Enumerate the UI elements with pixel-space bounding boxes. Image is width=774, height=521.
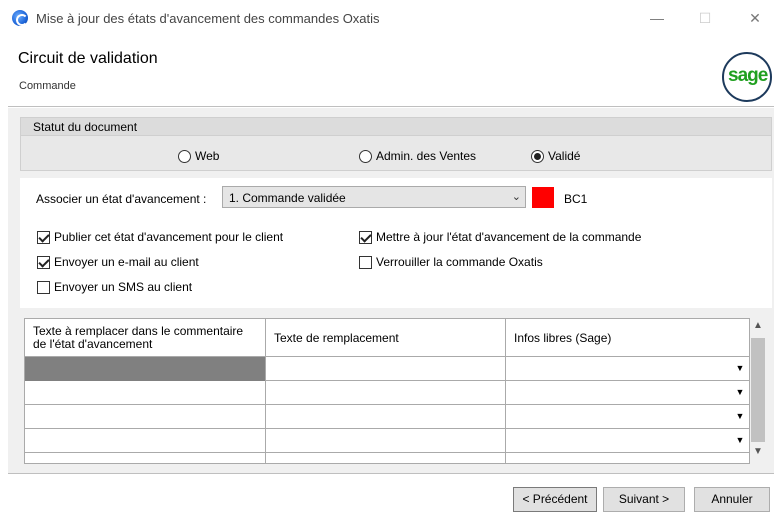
state-select-value: 1. Commande validée (229, 191, 346, 205)
state-color-swatch (532, 187, 554, 208)
grid-cell[interactable]: ▼ (506, 405, 749, 429)
scroll-up-icon[interactable]: ▲ (750, 320, 766, 334)
table-row[interactable]: ▼ (25, 381, 749, 405)
dropdown-arrow-icon[interactable]: ▼ (733, 361, 747, 376)
window-title: Mise à jour des états d'avancement des c… (36, 11, 380, 26)
state-select[interactable]: 1. Commande validée ⌄ (222, 186, 526, 208)
state-code: BC1 (564, 192, 588, 206)
grid-cell[interactable] (25, 381, 266, 405)
radio-admin-ventes[interactable]: Admin. des Ventes (359, 148, 476, 164)
header-divider (8, 106, 774, 107)
dropdown-arrow-icon[interactable]: ▼ (733, 433, 747, 448)
checkbox-update-state-box[interactable] (359, 230, 372, 244)
column-header-text-to-replace[interactable]: Texte à remplacer dans le commentaire de… (25, 319, 266, 357)
checkbox-update-state[interactable]: Mettre à jour l'état d'avancement de la … (359, 229, 641, 245)
radio-web[interactable]: Web (178, 148, 219, 164)
grid-cell[interactable] (25, 357, 266, 381)
checkbox-sms[interactable]: Envoyer un SMS au client (37, 279, 192, 295)
page-title: Circuit de validation (18, 50, 158, 67)
next-button[interactable]: Suivant > (603, 487, 685, 512)
close-button[interactable]: ✕ (740, 6, 770, 30)
dropdown-arrow-icon[interactable]: ▼ (733, 409, 747, 424)
status-group: Statut du document Web Admin. des Ventes… (20, 117, 772, 171)
radio-admin-ventes-indicator[interactable] (359, 149, 372, 163)
checkbox-lock-order-label: Verrouiller la commande Oxatis (376, 255, 543, 269)
checkbox-email-label: Envoyer un e-mail au client (54, 255, 199, 269)
grid-cell[interactable]: ▼ (506, 429, 749, 453)
grid-cell[interactable] (266, 429, 506, 453)
minimize-button[interactable]: — (642, 6, 672, 30)
checkbox-email-box[interactable] (37, 255, 50, 269)
table-row[interactable]: ▼ (25, 405, 749, 429)
radio-valide-indicator[interactable] (531, 149, 544, 163)
checkbox-update-state-label: Mettre à jour l'état d'avancement de la … (376, 230, 642, 244)
associate-label: Associer un état d'avancement : (36, 192, 207, 206)
checkbox-publish[interactable]: Publier cet état d'avancement pour le cl… (37, 229, 283, 245)
logo-text: sage (728, 65, 768, 86)
radio-web-indicator[interactable] (178, 149, 191, 163)
grid-cell[interactable]: ▼ (506, 357, 749, 381)
radio-admin-ventes-label: Admin. des Ventes (376, 149, 477, 163)
grid-cell[interactable] (266, 357, 506, 381)
grid-header: Texte à remplacer dans le commentaire de… (25, 319, 749, 357)
checkbox-sms-label: Envoyer un SMS au client (54, 280, 193, 294)
table-row[interactable]: ▼ (25, 429, 749, 453)
app-icon (12, 10, 28, 26)
scroll-down-icon[interactable]: ▼ (750, 446, 766, 460)
grid-cell[interactable] (25, 429, 266, 453)
footer-divider (8, 473, 774, 474)
radio-valide[interactable]: Validé (531, 148, 580, 164)
grid-cell[interactable]: ▼ (506, 381, 749, 405)
radio-web-label: Web (195, 149, 220, 163)
column-header-replacement-text[interactable]: Texte de remplacement (266, 319, 506, 357)
checkbox-sms-box[interactable] (37, 280, 50, 294)
grid-cell[interactable] (266, 453, 506, 463)
cancel-button[interactable]: Annuler (694, 487, 770, 512)
grid-cell[interactable] (266, 381, 506, 405)
grid-scrollbar[interactable]: ▲ ▼ (750, 318, 766, 464)
maximize-button[interactable]: ☐ (690, 6, 720, 30)
status-heading: Statut du document (21, 118, 771, 136)
checkbox-email[interactable]: Envoyer un e-mail au client (37, 254, 199, 270)
column-header-sage-free-info[interactable]: Infos libres (Sage) (506, 319, 749, 357)
radio-valide-label: Validé (548, 149, 581, 163)
checkbox-lock-order[interactable]: Verrouiller la commande Oxatis (359, 254, 543, 270)
table-row[interactable] (25, 453, 749, 463)
title-bar: Mise à jour des états d'avancement des c… (0, 0, 774, 38)
table-row[interactable]: ▼ (25, 357, 749, 381)
sage-logo: sage (722, 52, 772, 102)
grid-cell[interactable] (25, 453, 266, 463)
chevron-down-icon[interactable]: ⌄ (512, 190, 521, 203)
previous-button[interactable]: < Précédent (513, 487, 597, 512)
wizard-header: Circuit de validation Commande sage (0, 38, 774, 106)
checkbox-publish-box[interactable] (37, 230, 50, 244)
scrollbar-thumb[interactable] (751, 338, 765, 442)
grid-cell[interactable] (506, 453, 749, 463)
checkbox-lock-order-box[interactable] (359, 255, 372, 269)
grid-cell[interactable] (266, 405, 506, 429)
replacement-grid[interactable]: Texte à remplacer dans le commentaire de… (24, 318, 750, 464)
page-subtitle: Commande (19, 80, 76, 92)
checkbox-publish-label: Publier cet état d'avancement pour le cl… (54, 230, 284, 244)
dropdown-arrow-icon[interactable]: ▼ (733, 385, 747, 400)
grid-cell[interactable] (25, 405, 266, 429)
